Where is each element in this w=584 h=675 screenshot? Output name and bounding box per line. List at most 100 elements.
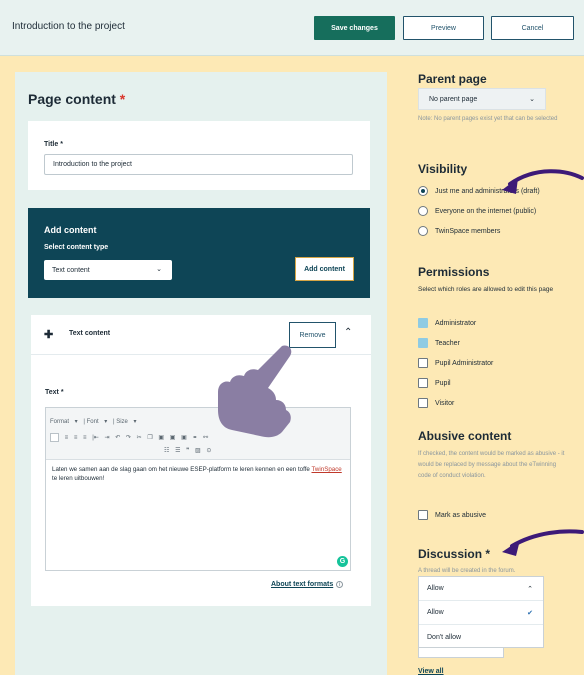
content-type-select[interactable]: Text content ⌄ bbox=[44, 260, 172, 280]
format-dropdown[interactable]: Format ▾ bbox=[50, 418, 78, 425]
collapse-caret-icon[interactable]: ⌃ bbox=[344, 327, 352, 338]
dropdown-current-label: Allow bbox=[427, 585, 444, 592]
discussion-note: A thread will be created in the forum. bbox=[418, 568, 516, 574]
visibility-option-public[interactable]: Everyone on the internet (public) bbox=[418, 206, 536, 216]
abusive-content-note: If checked, the content would be marked … bbox=[418, 451, 565, 479]
toolbar-row-dropdowns: Format ▾ | Font ▾ | Size ▾ bbox=[50, 418, 141, 425]
text-content-header: ✚ Text content Remove ⌃ bbox=[31, 315, 371, 355]
role-pupil[interactable]: Pupil bbox=[418, 378, 451, 388]
paste-word-icon[interactable]: ▣ bbox=[181, 434, 187, 441]
arrow-annotation-icon bbox=[502, 529, 584, 556]
dropdown-current-value[interactable]: Allow ⌃ bbox=[419, 577, 543, 601]
preview-button[interactable]: Preview bbox=[403, 16, 484, 40]
outdent-icon[interactable]: |⇤ bbox=[92, 434, 99, 441]
align-left-icon[interactable] bbox=[50, 433, 59, 442]
dropdown-option-allow[interactable]: Allow ✔ bbox=[419, 601, 543, 625]
role-administrator[interactable]: Administrator bbox=[418, 318, 476, 328]
align-center-icon[interactable]: ≡ bbox=[65, 435, 69, 441]
cut-icon[interactable]: ✂ bbox=[137, 434, 142, 441]
checkbox-unchecked[interactable] bbox=[418, 358, 428, 368]
role-teacher[interactable]: Teacher bbox=[418, 338, 460, 348]
parent-page-heading: Parent page bbox=[418, 72, 487, 86]
discussion-heading: Discussion * bbox=[418, 547, 491, 561]
cancel-button[interactable]: Cancel bbox=[491, 16, 574, 40]
copy-icon[interactable]: ❐ bbox=[147, 434, 152, 441]
justify-icon[interactable]: ≡ bbox=[83, 435, 87, 441]
checkbox-unchecked[interactable] bbox=[418, 398, 428, 408]
font-dropdown-label: Font bbox=[86, 419, 99, 425]
editor-text-before: Laten we samen aan de slag gaan om het n… bbox=[52, 466, 312, 473]
radio-unselected[interactable] bbox=[418, 206, 428, 216]
editor-toolbar: Format ▾ | Font ▾ | Size ▾ ≡ ≡ ≡ |⇤ ⇥ ↶ … bbox=[46, 408, 350, 460]
size-dropdown[interactable]: | Size ▾ bbox=[113, 418, 137, 425]
top-bar: Introduction to the project Save changes… bbox=[0, 0, 584, 56]
required-mark: * bbox=[119, 91, 126, 107]
text-content-name: Text content bbox=[69, 330, 111, 337]
add-content-button[interactable]: Add content bbox=[295, 257, 354, 281]
checkbox-checked[interactable] bbox=[418, 318, 428, 328]
page-title: Introduction to the project bbox=[12, 21, 125, 32]
chevron-down-icon: ⌄ bbox=[156, 266, 162, 273]
page-content-heading-text: Page content bbox=[28, 91, 116, 107]
numbered-list-icon[interactable]: ☷ bbox=[164, 447, 169, 454]
font-dropdown[interactable]: | Font ▾ bbox=[83, 418, 107, 425]
radio-selected[interactable] bbox=[418, 186, 428, 196]
bulleted-list-icon[interactable]: ☰ bbox=[175, 447, 180, 454]
title-card: Title * Introduction to the project bbox=[28, 121, 370, 190]
role-pupil-administrator[interactable]: Pupil Administrator bbox=[418, 358, 493, 368]
image-icon[interactable]: ▨ bbox=[195, 447, 201, 454]
checkmark-icon: ✔ bbox=[527, 609, 533, 617]
title-label: Title * bbox=[44, 141, 63, 148]
drag-handle-icon[interactable]: ✚ bbox=[44, 328, 53, 341]
unlink-icon[interactable]: ⚯ bbox=[203, 434, 208, 441]
checkbox-unchecked[interactable] bbox=[418, 378, 428, 388]
visibility-option-members[interactable]: TwinSpace members bbox=[418, 226, 500, 236]
checkbox-unchecked[interactable] bbox=[418, 510, 428, 520]
visibility-option-label: Everyone on the internet (public) bbox=[435, 207, 537, 215]
paste-icon[interactable]: ▣ bbox=[158, 434, 164, 441]
about-text-formats-link[interactable]: About text formats i bbox=[271, 581, 344, 588]
parent-page-select-value: No parent page bbox=[429, 95, 478, 103]
permissions-description: Select which roles are allowed to edit t… bbox=[418, 286, 554, 293]
link-icon[interactable]: ⚭ bbox=[192, 434, 197, 441]
editor-content[interactable]: Laten we samen aan de slag gaan om het n… bbox=[52, 466, 348, 483]
title-input[interactable]: Introduction to the project bbox=[44, 154, 353, 175]
select-content-type-label: Select content type bbox=[44, 244, 109, 251]
editor-text-spellcheck: TwinSpace bbox=[311, 466, 342, 473]
role-label: Administrator bbox=[435, 319, 477, 327]
dropdown-option-dont-allow[interactable]: Don't allow bbox=[419, 625, 543, 649]
mark-as-abusive[interactable]: Mark as abusive bbox=[418, 510, 486, 520]
add-content-heading: Add content bbox=[44, 225, 97, 235]
role-label: Pupil bbox=[435, 379, 451, 387]
chevron-down-icon: ⌄ bbox=[529, 96, 535, 103]
grammarly-icon[interactable]: G bbox=[337, 556, 348, 567]
checkbox-checked[interactable] bbox=[418, 338, 428, 348]
permissions-heading: Permissions bbox=[418, 265, 490, 279]
text-label: Text * bbox=[45, 389, 64, 396]
redo-icon[interactable]: ↷ bbox=[126, 434, 131, 441]
discussion-dropdown: Allow ⌃ Allow ✔ Don't allow bbox=[418, 576, 544, 648]
view-all-link[interactable]: View all bbox=[418, 668, 444, 675]
mark-as-abusive-label: Mark as abusive bbox=[435, 511, 486, 519]
role-label: Pupil Administrator bbox=[435, 359, 494, 367]
abusive-content-heading: Abusive content bbox=[418, 429, 512, 443]
role-label: Visitor bbox=[435, 399, 455, 407]
paste-text-icon[interactable]: ▣ bbox=[170, 434, 176, 441]
role-visitor[interactable]: Visitor bbox=[418, 398, 454, 408]
align-right-icon[interactable]: ≡ bbox=[74, 435, 78, 441]
text-content-block: ✚ Text content Remove ⌃ Text * Format ▾ … bbox=[31, 315, 371, 606]
parent-page-select[interactable]: No parent page ⌄ bbox=[418, 88, 546, 110]
dropdown-option-label: Allow bbox=[427, 609, 444, 616]
undo-icon[interactable]: ↶ bbox=[115, 434, 120, 441]
toolbar-row-formatting: ≡ ≡ ≡ |⇤ ⇥ ↶ ↷ ✂ ❐ ▣ ▣ ▣ ⚭ ⚯ bbox=[50, 433, 212, 442]
radio-unselected[interactable] bbox=[418, 226, 428, 236]
media-icon[interactable]: ⊙ bbox=[206, 447, 211, 454]
save-changes-button[interactable]: Save changes bbox=[314, 16, 395, 40]
add-content-card: Add content Select content type Text con… bbox=[28, 208, 370, 298]
rich-text-editor: Format ▾ | Font ▾ | Size ▾ ≡ ≡ ≡ |⇤ ⇥ ↶ … bbox=[45, 407, 351, 571]
size-dropdown-label: Size bbox=[116, 419, 128, 425]
indent-icon[interactable]: ⇥ bbox=[105, 434, 110, 441]
page-content-heading: Page content * bbox=[28, 91, 125, 107]
blockquote-icon[interactable]: ❞ bbox=[186, 447, 189, 454]
visibility-heading: Visibility bbox=[418, 162, 468, 176]
